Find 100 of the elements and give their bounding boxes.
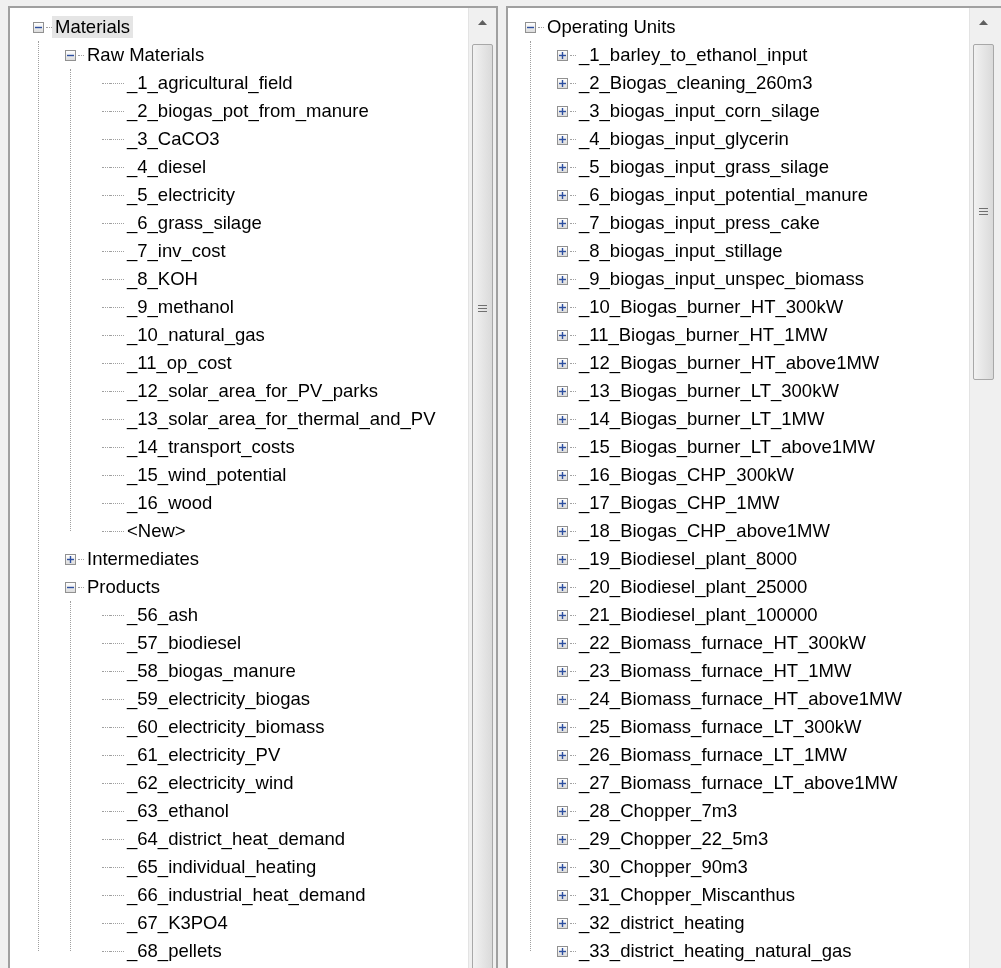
expand-toggle[interactable] xyxy=(556,721,568,733)
expand-toggle[interactable] xyxy=(556,329,568,341)
expand-toggle[interactable] xyxy=(556,889,568,901)
tree-item[interactable]: _26_Biomass_furnace_LT_1MW xyxy=(576,744,851,766)
expand-toggle[interactable] xyxy=(556,917,568,929)
tree-item[interactable]: _21_Biodiesel_plant_100000 xyxy=(576,604,821,626)
tree-item[interactable]: _16_Biogas_CHP_300kW xyxy=(576,464,797,486)
tree-item[interactable]: _5_biogas_input_grass_silage xyxy=(576,156,832,178)
tree-item[interactable]: _4_diesel xyxy=(124,156,210,178)
collapse-toggle[interactable] xyxy=(32,21,44,33)
tree-item[interactable]: _8_KOH xyxy=(124,268,201,290)
tree-item[interactable]: Products xyxy=(84,576,163,598)
tree-item[interactable]: _24_Biomass_furnace_HT_above1MW xyxy=(576,688,905,710)
scroll-thumb[interactable] xyxy=(973,44,994,380)
tree-item[interactable]: _17_Biogas_CHP_1MW xyxy=(576,492,783,514)
expand-toggle[interactable] xyxy=(556,189,568,201)
tree-item[interactable]: _30_Chopper_90m3 xyxy=(576,856,751,878)
tree-item[interactable]: Materials xyxy=(52,16,134,38)
tree-item[interactable]: _10_Biogas_burner_HT_300kW xyxy=(576,296,847,318)
expand-toggle[interactable] xyxy=(556,357,568,369)
tree-item[interactable]: _68_pellets xyxy=(124,940,225,962)
tree-item[interactable]: _20_Biodiesel_plant_25000 xyxy=(576,576,811,598)
expand-toggle[interactable] xyxy=(556,301,568,313)
expand-toggle[interactable] xyxy=(556,497,568,509)
tree-item[interactable]: _23_Biomass_furnace_HT_1MW xyxy=(576,660,855,682)
expand-toggle[interactable] xyxy=(556,161,568,173)
tree-item[interactable]: _58_biogas_manure xyxy=(124,660,299,682)
tree-item[interactable]: _12_Biogas_burner_HT_above1MW xyxy=(576,352,883,374)
expand-toggle[interactable] xyxy=(556,861,568,873)
tree-item[interactable]: _7_biogas_input_press_cake xyxy=(576,212,823,234)
tree-item[interactable]: _15_Biogas_burner_LT_above1MW xyxy=(576,436,878,458)
tree-item[interactable]: _16_wood xyxy=(124,492,216,514)
expand-toggle[interactable] xyxy=(556,581,568,593)
tree-item[interactable]: <New> xyxy=(124,520,189,542)
tree-item[interactable]: _59_electricity_biogas xyxy=(124,688,314,710)
expand-toggle[interactable] xyxy=(64,553,76,565)
tree-item[interactable]: _8_biogas_input_stillage xyxy=(576,240,786,262)
tree-item[interactable]: _11_op_cost xyxy=(124,352,235,374)
tree-item[interactable]: _62_electricity_wind xyxy=(124,772,297,794)
tree-item[interactable]: _19_Biodiesel_plant_8000 xyxy=(576,548,801,570)
scrollbar[interactable] xyxy=(468,8,496,968)
tree-item[interactable]: _61_electricity_PV xyxy=(124,744,284,766)
tree-item[interactable]: _3_biogas_input_corn_silage xyxy=(576,100,823,122)
tree-item[interactable]: _9_methanol xyxy=(124,296,237,318)
tree-item[interactable]: Raw Materials xyxy=(84,44,208,66)
tree-item[interactable]: Operating Units xyxy=(544,16,679,38)
tree-item[interactable]: _9_biogas_input_unspec_biomass xyxy=(576,268,867,290)
expand-toggle[interactable] xyxy=(556,945,568,957)
tree-item[interactable]: _57_biodiesel xyxy=(124,632,245,654)
tree-item[interactable]: _22_Biomass_furnace_HT_300kW xyxy=(576,632,869,654)
tree-item[interactable]: _28_Chopper_7m3 xyxy=(576,800,741,822)
tree-item[interactable]: _25_Biomass_furnace_LT_300kW xyxy=(576,716,865,738)
tree-item[interactable]: _3_CaCO3 xyxy=(124,128,223,150)
tree-item[interactable]: _31_Chopper_Miscanthus xyxy=(576,884,798,906)
tree-item[interactable]: _11_Biogas_burner_HT_1MW xyxy=(576,324,831,346)
expand-toggle[interactable] xyxy=(556,385,568,397)
expand-toggle[interactable] xyxy=(556,105,568,117)
tree-item[interactable]: _6_grass_silage xyxy=(124,212,265,234)
tree-item[interactable]: _7_inv_cost xyxy=(124,240,229,262)
tree-item[interactable]: _15_wind_potential xyxy=(124,464,290,486)
scroll-thumb[interactable] xyxy=(472,44,493,968)
expand-toggle[interactable] xyxy=(556,777,568,789)
expand-toggle[interactable] xyxy=(556,133,568,145)
tree-item[interactable]: _14_Biogas_burner_LT_1MW xyxy=(576,408,828,430)
tree-item[interactable]: _6_biogas_input_potential_manure xyxy=(576,184,872,206)
collapse-toggle[interactable] xyxy=(524,21,536,33)
tree-item[interactable]: _1_agricultural_field xyxy=(124,72,296,94)
tree-item[interactable]: _56_ash xyxy=(124,604,201,626)
tree-item[interactable]: _32_district_heating xyxy=(576,912,748,934)
tree-item[interactable]: Intermediates xyxy=(84,548,203,570)
tree-item[interactable]: _27_Biomass_furnace_LT_above1MW xyxy=(576,772,901,794)
collapse-toggle[interactable] xyxy=(64,581,76,593)
expand-toggle[interactable] xyxy=(556,693,568,705)
scrollbar[interactable] xyxy=(969,8,997,968)
expand-toggle[interactable] xyxy=(556,469,568,481)
expand-toggle[interactable] xyxy=(556,553,568,565)
expand-toggle[interactable] xyxy=(556,637,568,649)
expand-toggle[interactable] xyxy=(556,217,568,229)
expand-toggle[interactable] xyxy=(556,273,568,285)
expand-toggle[interactable] xyxy=(556,833,568,845)
expand-toggle[interactable] xyxy=(556,665,568,677)
tree-item[interactable]: _5_electricity xyxy=(124,184,238,206)
tree-item[interactable]: _67_K3PO4 xyxy=(124,912,231,934)
tree-item[interactable]: _66_industrial_heat_demand xyxy=(124,884,369,906)
tree-item[interactable]: _65_individual_heating xyxy=(124,856,320,878)
expand-toggle[interactable] xyxy=(556,609,568,621)
tree-item[interactable]: _4_biogas_input_glycerin xyxy=(576,128,792,150)
tree-item[interactable]: _10_natural_gas xyxy=(124,324,268,346)
tree-item[interactable]: _63_ethanol xyxy=(124,800,232,822)
tree-item[interactable]: _13_Biogas_burner_LT_300kW xyxy=(576,380,842,402)
tree-item[interactable]: _14_transport_costs xyxy=(124,436,298,458)
tree-item[interactable]: _2_Biogas_cleaning_260m3 xyxy=(576,72,816,94)
tree-item[interactable]: _12_solar_area_for_PV_parks xyxy=(124,380,381,402)
expand-toggle[interactable] xyxy=(556,77,568,89)
tree-item[interactable]: _18_Biogas_CHP_above1MW xyxy=(576,520,833,542)
expand-toggle[interactable] xyxy=(556,525,568,537)
expand-toggle[interactable] xyxy=(556,49,568,61)
expand-toggle[interactable] xyxy=(556,749,568,761)
tree-item[interactable]: _33_district_heating_natural_gas xyxy=(576,940,855,962)
expand-toggle[interactable] xyxy=(556,413,568,425)
